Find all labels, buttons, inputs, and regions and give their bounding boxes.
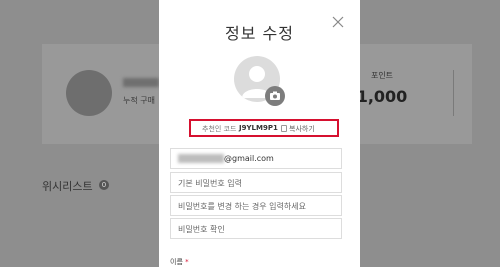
confirm-password-field[interactable]: 비밀번호 확인: [170, 218, 342, 239]
background-avatar: [66, 70, 112, 116]
edit-info-modal: 정보 수정 추천인 코드 J9YLM9P1 복사하기 @gmail.com 기본…: [159, 0, 360, 267]
point-value: 1,000: [356, 87, 408, 106]
copy-icon[interactable]: [281, 125, 287, 132]
new-password-placeholder: 비밀번호를 변경 하는 경우 입력하세요: [178, 202, 306, 211]
wishlist-heading: 위시리스트: [42, 180, 93, 193]
point-label: 포인트: [370, 71, 394, 80]
card-divider: [453, 70, 454, 116]
blurred-user-name: [123, 78, 159, 87]
name-label-text: 이름: [170, 258, 183, 266]
camera-icon[interactable]: [265, 86, 285, 106]
referral-code-label: 추천인 코드: [202, 125, 237, 133]
close-icon[interactable]: [331, 14, 345, 28]
profile-sub-text: 누적 구매: [123, 96, 155, 105]
confirm-password-placeholder: 비밀번호 확인: [178, 225, 225, 234]
current-password-placeholder: 기본 비밀번호 입력: [178, 179, 242, 188]
name-field-label: 이름 *: [170, 257, 189, 267]
email-field[interactable]: @gmail.com: [170, 148, 342, 169]
email-domain: @gmail.com: [224, 154, 274, 163]
modal-title: 정보 수정: [225, 24, 294, 43]
required-mark: *: [185, 258, 189, 266]
referral-code-box: 추천인 코드 J9YLM9P1 복사하기: [189, 119, 339, 137]
current-password-field[interactable]: 기본 비밀번호 입력: [170, 172, 342, 193]
referral-code-value: J9YLM9P1: [239, 124, 278, 132]
blurred-email-local-part: [178, 154, 224, 163]
wishlist-count-badge: 0: [99, 180, 109, 190]
new-password-field[interactable]: 비밀번호를 변경 하는 경우 입력하세요: [170, 195, 342, 216]
copy-button[interactable]: 복사하기: [289, 124, 315, 134]
